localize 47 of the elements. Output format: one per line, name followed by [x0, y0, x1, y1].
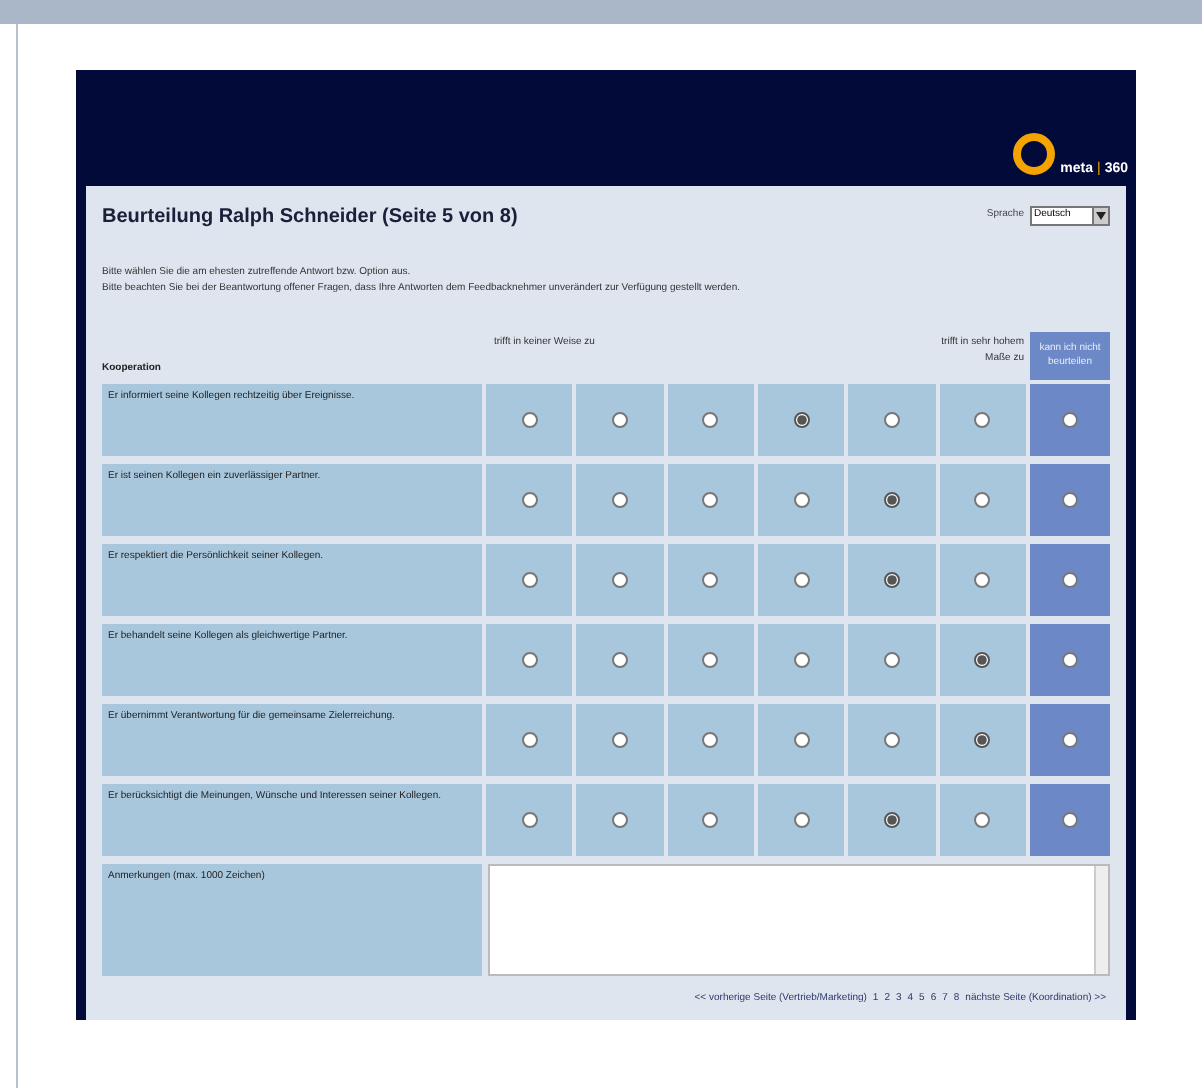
radio-button[interactable]	[521, 492, 538, 508]
radio-button[interactable]	[702, 732, 719, 748]
radio-button[interactable]	[1061, 572, 1078, 588]
radio-button[interactable]	[611, 572, 628, 588]
radio-button[interactable]	[974, 492, 991, 508]
radio-button[interactable]	[883, 732, 900, 748]
radio-button[interactable]	[702, 652, 719, 668]
ring-icon	[1012, 132, 1057, 176]
radio-button[interactable]	[883, 492, 900, 508]
comment-field[interactable]	[488, 864, 1110, 976]
radio-button[interactable]	[793, 812, 810, 828]
radio-button[interactable]	[974, 812, 991, 828]
radio-button[interactable]	[883, 812, 900, 828]
radio-button[interactable]	[1061, 412, 1078, 428]
dropdown-caret-icon	[1092, 208, 1108, 224]
radio-button[interactable]	[611, 652, 628, 668]
radio-button[interactable]	[521, 652, 538, 668]
radio-button[interactable]	[1061, 492, 1078, 508]
radio-button[interactable]	[702, 812, 719, 828]
radio-button[interactable]	[521, 572, 538, 588]
radio-button[interactable]	[974, 652, 991, 668]
radio-button[interactable]	[521, 732, 538, 748]
radio-button[interactable]	[793, 492, 810, 508]
radio-button[interactable]	[793, 412, 810, 428]
radio-button[interactable]	[611, 732, 628, 748]
radio-button[interactable]	[974, 572, 991, 588]
radio-button[interactable]	[793, 732, 810, 748]
radio-button[interactable]	[883, 412, 900, 428]
scrollbar[interactable]	[1094, 866, 1108, 974]
radio-button[interactable]	[702, 412, 719, 428]
radio-button[interactable]	[883, 572, 900, 588]
radio-button[interactable]	[702, 492, 719, 508]
radio-button[interactable]	[974, 412, 991, 428]
radio-button[interactable]	[974, 732, 991, 748]
radio-button[interactable]	[1061, 652, 1078, 668]
radio-button[interactable]	[1061, 812, 1078, 828]
radio-button[interactable]	[1061, 732, 1078, 748]
radio-button[interactable]	[883, 652, 900, 668]
radio-button[interactable]	[611, 812, 628, 828]
radio-button[interactable]	[611, 412, 628, 428]
page-title: Beurteilung Ralph Schneider (Seite 5 von 8)	[102, 204, 518, 232]
radio-button[interactable]	[793, 652, 810, 668]
radio-button[interactable]	[611, 492, 628, 508]
radio-button[interactable]	[793, 572, 810, 588]
radio-button[interactable]	[521, 412, 538, 428]
radio-button[interactable]	[521, 812, 538, 828]
radio-button[interactable]	[702, 572, 719, 588]
